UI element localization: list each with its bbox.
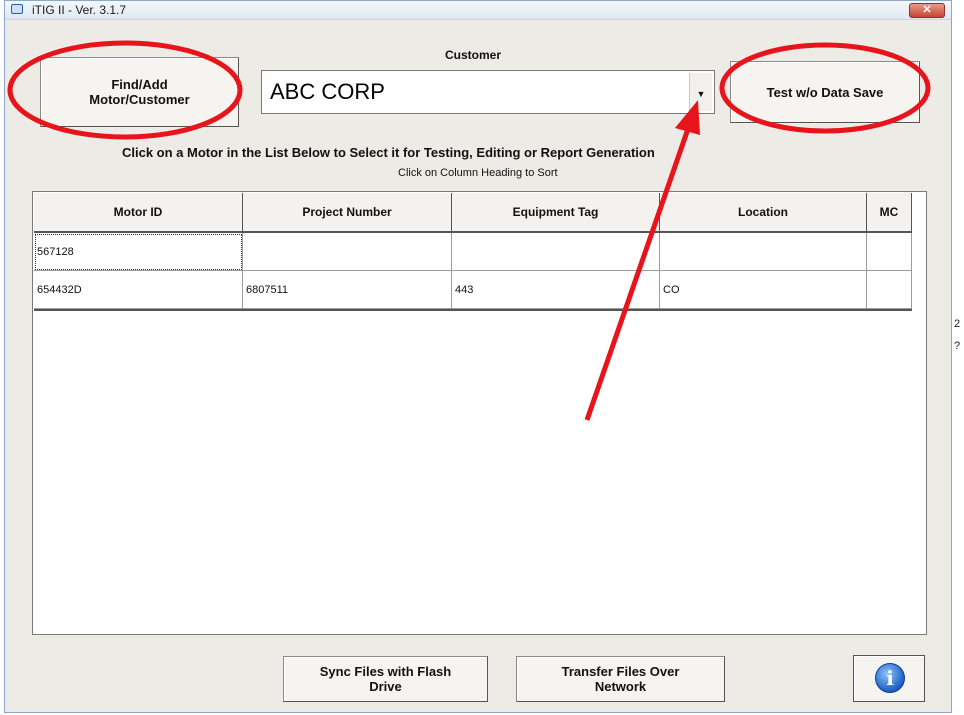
customer-select[interactable]: ABC CORP ▼ (261, 70, 715, 114)
sort-hint-text: Click on Column Heading to Sort (398, 167, 558, 179)
column-header-mc[interactable]: MC (867, 193, 912, 233)
table-cell[interactable]: 6807511 (243, 271, 452, 309)
dropdown-arrow-icon[interactable]: ▼ (689, 73, 712, 111)
find-add-label-line2: Motor/Customer (89, 92, 190, 107)
edge-text-fragment: 2 (954, 318, 961, 330)
table-cell[interactable]: 567128 (34, 233, 243, 271)
table-cell[interactable] (660, 233, 867, 271)
sync-label-line2: Drive (369, 679, 402, 694)
customer-label: Customer (445, 48, 502, 62)
table-cell[interactable] (867, 233, 912, 271)
table-cell[interactable]: 443 (452, 271, 660, 309)
find-add-label-line1: Find/Add (111, 77, 168, 92)
column-header-equipment-tag[interactable]: Equipment Tag (452, 193, 660, 233)
edge-text-fragment: ? (954, 340, 961, 352)
close-icon[interactable]: ✕ (909, 3, 945, 18)
instruction-text: Click on a Motor in the List Below to Se… (122, 145, 655, 160)
motor-list[interactable]: Motor ID Project Number Equipment Tag Lo… (32, 191, 927, 635)
customer-value: ABC CORP (270, 79, 385, 104)
test-button-label: Test w/o Data Save (766, 84, 884, 100)
table-cell[interactable] (867, 271, 912, 309)
window-title: iTIG II - Ver. 3.1.7 (32, 3, 127, 17)
title-bar: iTIG II - Ver. 3.1.7 ✕ (5, 1, 951, 20)
table-cell[interactable]: CO (660, 271, 867, 309)
info-icon: i (875, 663, 905, 693)
find-add-motor-customer-button[interactable]: Find/Add Motor/Customer (40, 57, 239, 127)
info-button[interactable]: i (853, 655, 925, 702)
app-window: iTIG II - Ver. 3.1.7 ✕ Find/Add Motor/Cu… (4, 0, 952, 713)
column-header-motor-id[interactable]: Motor ID (34, 193, 243, 233)
app-icon (11, 4, 23, 14)
column-header-project-number[interactable]: Project Number (243, 193, 452, 233)
sync-label-line1: Sync Files with Flash (319, 664, 452, 679)
table-cell[interactable] (452, 233, 660, 271)
table-cell[interactable] (243, 233, 452, 271)
transfer-label-line2: Network (594, 679, 647, 694)
table-cell[interactable]: 654432D (34, 271, 243, 309)
transfer-label-line1: Transfer Files Over (561, 664, 680, 679)
motor-table: Motor ID Project Number Equipment Tag Lo… (34, 193, 912, 313)
test-without-data-save-button[interactable]: Test w/o Data Save (730, 61, 920, 123)
column-header-location[interactable]: Location (660, 193, 867, 233)
transfer-files-network-button[interactable]: Transfer Files Over Network (516, 656, 725, 702)
sync-files-flash-drive-button[interactable]: Sync Files with Flash Drive (283, 656, 488, 702)
